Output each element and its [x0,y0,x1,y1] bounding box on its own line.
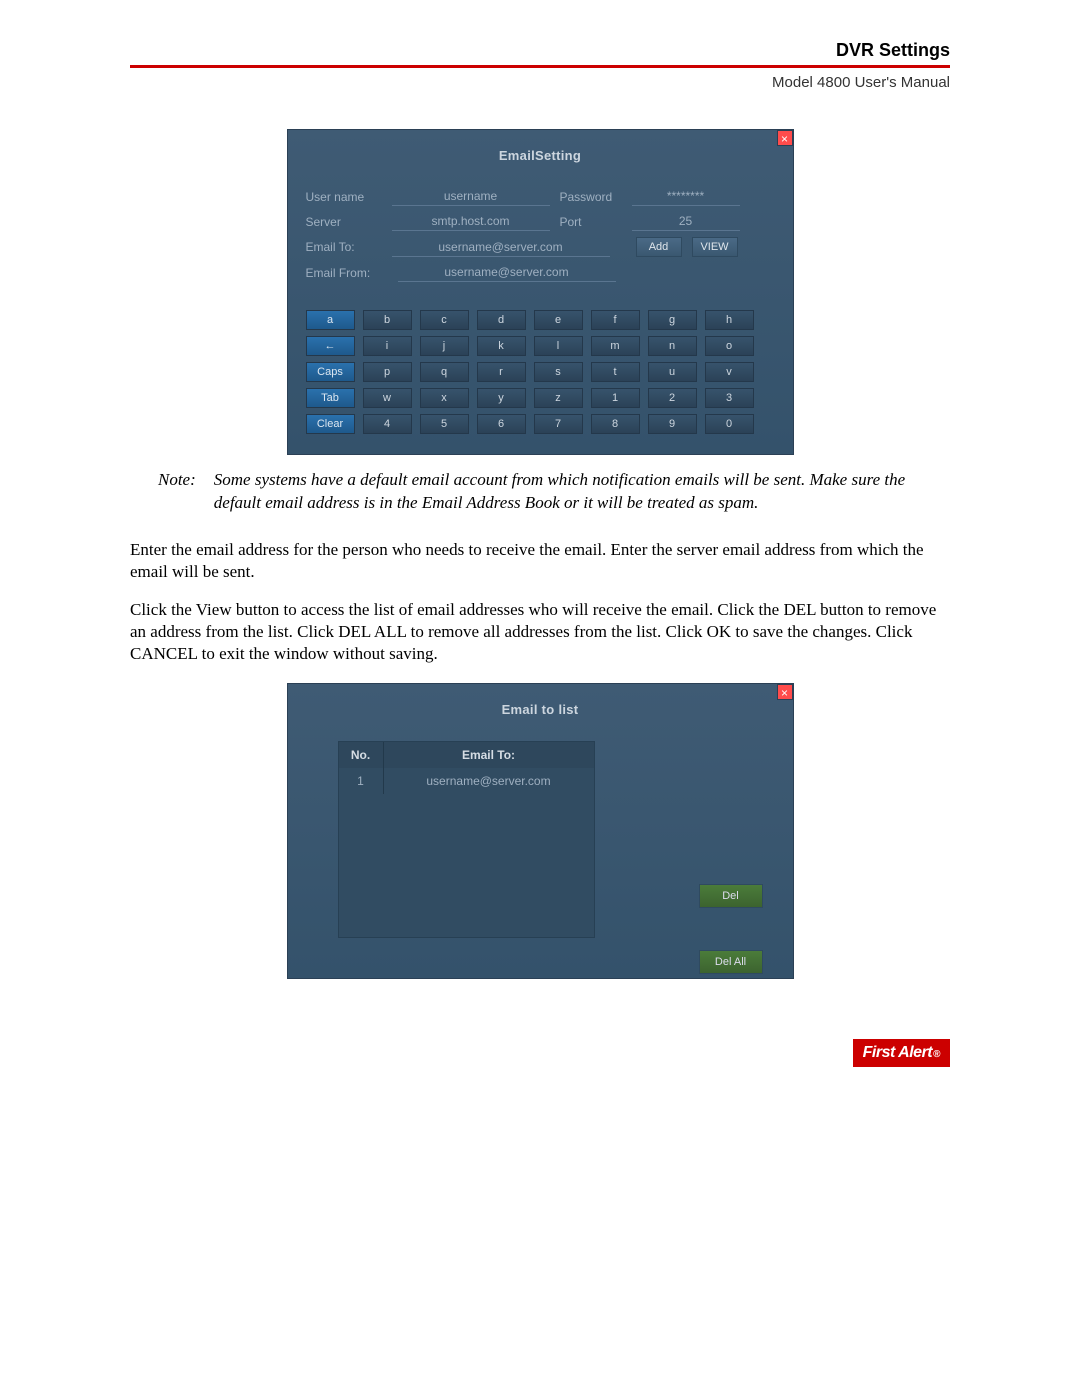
key-1[interactable]: 1 [591,388,640,408]
add-button[interactable]: Add [636,237,682,257]
server-input[interactable]: smtp.host.com [392,212,550,231]
manual-subtitle: Model 4800 User's Manual [130,74,950,91]
label-port: Port [560,215,622,229]
onscreen-keyboard: abcdefgh ← ijklmno Capspqrstuv Tabwxyz123 Cle… [288,298,793,454]
email-list-window: × Email to list No. Email To: 1 username… [287,683,794,979]
key-p[interactable]: p [363,362,412,382]
window-title: EmailSetting [288,130,793,175]
key-e[interactable]: e [534,310,583,330]
del-button[interactable]: Del [699,884,763,908]
section-title: DVR Settings [130,40,950,61]
key-t[interactable]: t [591,362,640,382]
key-b[interactable]: b [363,310,412,330]
cell-no: 1 [339,768,384,794]
key-z[interactable]: z [534,388,583,408]
key-h[interactable]: h [705,310,754,330]
key-m[interactable]: m [591,336,640,356]
note-label: Note: [158,469,196,515]
first-alert-logo: First Alert® [853,1039,950,1067]
key-k[interactable]: k [477,336,526,356]
close-icon[interactable]: × [777,130,793,146]
label-password: Password [560,190,622,204]
key-u[interactable]: u [648,362,697,382]
key-c[interactable]: c [420,310,469,330]
username-input[interactable]: username [392,187,550,206]
paragraph-2: Click the View button to access the list… [130,599,950,665]
key-d[interactable]: d [477,310,526,330]
key-clear[interactable]: Clear [306,414,355,434]
key-0[interactable]: 0 [705,414,754,434]
key-s[interactable]: s [534,362,583,382]
key-tab[interactable]: Tab [306,388,355,408]
key-g[interactable]: g [648,310,697,330]
label-server: Server [306,215,382,229]
email-to-input[interactable]: username@server.com [392,238,610,257]
key-2[interactable]: 2 [648,388,697,408]
col-header-no: No. [339,742,384,768]
key-x[interactable]: x [420,388,469,408]
key-i[interactable]: i [363,336,412,356]
key-3[interactable]: 3 [705,388,754,408]
key-n[interactable]: n [648,336,697,356]
email-from-input[interactable]: username@server.com [398,263,616,282]
key-9[interactable]: 9 [648,414,697,434]
cell-email: username@server.com [384,768,594,794]
email-setting-window: × EmailSetting User name username Passwo… [287,129,794,455]
label-username: User name [306,190,382,204]
email-list-table: No. Email To: 1 username@server.com [338,741,595,938]
key-v[interactable]: v [705,362,754,382]
key-7[interactable]: 7 [534,414,583,434]
key-a[interactable]: a [306,310,355,330]
key-w[interactable]: w [363,388,412,408]
paragraph-1: Enter the email address for the person w… [130,539,950,583]
key-o[interactable]: o [705,336,754,356]
del-all-button[interactable]: Del All [699,950,763,974]
note-body: Some systems have a default email accoun… [214,469,950,515]
key-l[interactable]: l [534,336,583,356]
key-q[interactable]: q [420,362,469,382]
brand-text: First Alert [863,1044,932,1062]
key-y[interactable]: y [477,388,526,408]
view-button[interactable]: VIEW [692,237,738,257]
key-8[interactable]: 8 [591,414,640,434]
col-header-email-to: Email To: [384,742,594,768]
window-title: Email to list [288,684,793,729]
key-j[interactable]: j [420,336,469,356]
key-5[interactable]: 5 [420,414,469,434]
key-←[interactable]: ← [306,336,355,356]
port-input[interactable]: 25 [632,212,740,231]
label-email-to: Email To: [306,240,382,254]
header-divider [130,65,950,68]
key-r[interactable]: r [477,362,526,382]
close-icon[interactable]: × [777,684,793,700]
key-caps[interactable]: Caps [306,362,355,382]
key-6[interactable]: 6 [477,414,526,434]
registered-mark: ® [933,1049,940,1060]
key-4[interactable]: 4 [363,414,412,434]
password-input[interactable]: ******** [632,187,740,206]
key-f[interactable]: f [591,310,640,330]
label-email-from: Email From: [306,266,388,280]
table-row[interactable]: 1 username@server.com [339,768,594,794]
